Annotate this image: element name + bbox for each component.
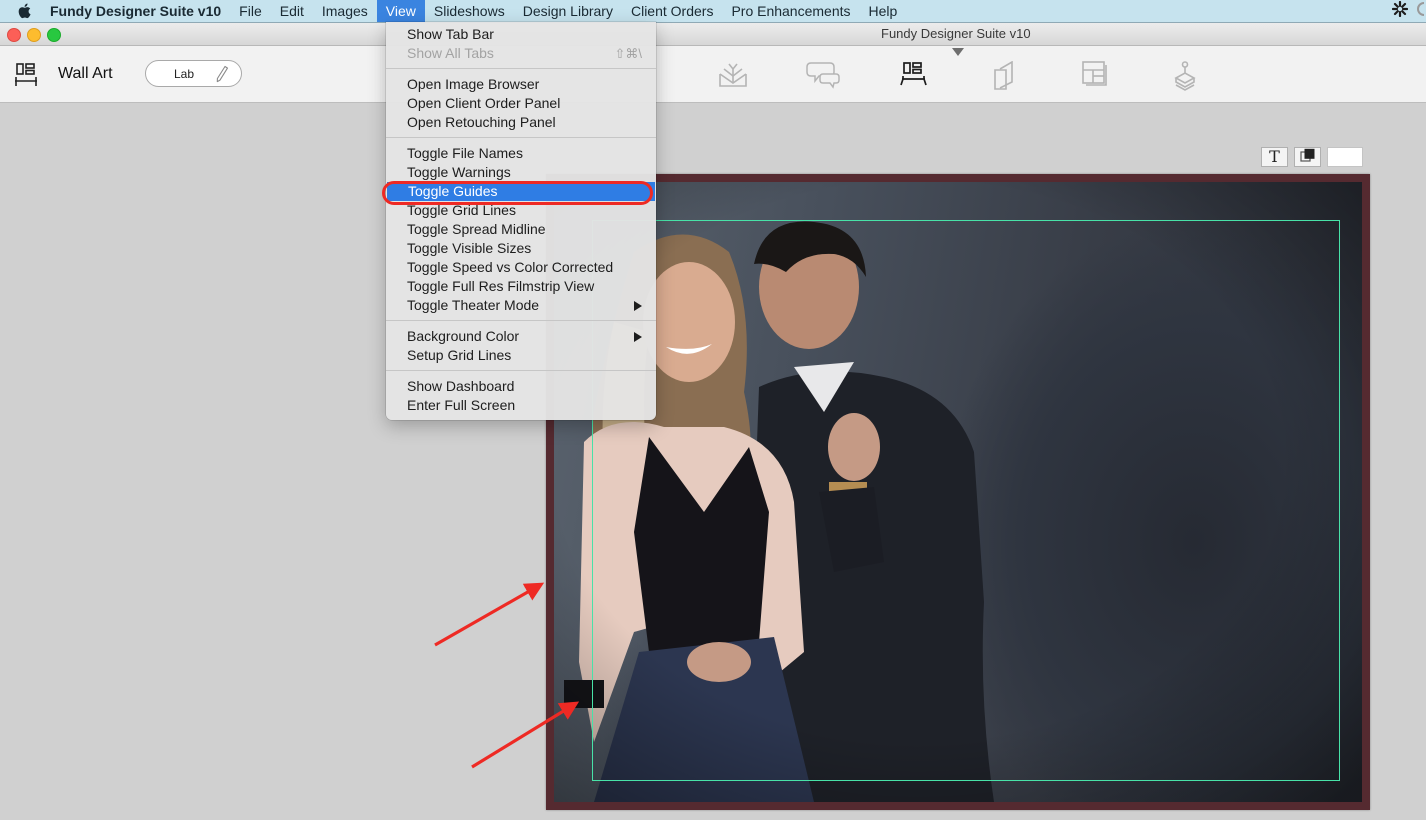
product-type-label: Wall Art bbox=[58, 65, 113, 82]
minimize-window-button[interactable] bbox=[27, 28, 41, 42]
menu-file[interactable]: File bbox=[230, 0, 271, 22]
photo-illustration bbox=[554, 182, 1362, 802]
sync-gear-icon[interactable] bbox=[1391, 0, 1409, 22]
text-icon: T bbox=[1269, 147, 1280, 166]
menu-item-label: Toggle Visible Sizes bbox=[407, 240, 532, 256]
menu-item-toggle-theater-mode[interactable]: Toggle Theater Mode bbox=[386, 296, 656, 315]
menu-item-show-dashboard[interactable]: Show Dashboard bbox=[386, 377, 656, 396]
menu-item-show-tab-bar[interactable]: Show Tab Bar bbox=[386, 25, 656, 44]
text-tool-button[interactable]: T bbox=[1261, 147, 1288, 167]
menu-separator bbox=[386, 370, 656, 371]
menu-separator bbox=[386, 137, 656, 138]
zoom-window-button[interactable] bbox=[47, 28, 61, 42]
menu-separator bbox=[386, 68, 656, 69]
menu-app-name[interactable]: Fundy Designer Suite v10 bbox=[50, 0, 230, 22]
menu-item-open-retouching-panel[interactable]: Open Retouching Panel bbox=[386, 113, 656, 132]
menu-item-label: Enter Full Screen bbox=[407, 397, 516, 413]
menu-item-toggle-guides[interactable]: Toggle Guides bbox=[387, 182, 655, 201]
keyboard-shortcut: ⇧⌘\ bbox=[614, 46, 642, 61]
menu-pro-enhancements[interactable]: Pro Enhancements bbox=[722, 0, 859, 22]
menu-images[interactable]: Images bbox=[313, 0, 377, 22]
close-window-button[interactable] bbox=[7, 28, 21, 42]
annotation-arrow-frame-edge bbox=[434, 582, 545, 647]
stamp-icon[interactable] bbox=[1172, 61, 1198, 96]
menu-item-toggle-spread-midline[interactable]: Toggle Spread Midline bbox=[386, 220, 656, 239]
arrange-layers-button[interactable] bbox=[1294, 147, 1321, 167]
menu-item-toggle-full-res-filmstrip[interactable]: Toggle Full Res Filmstrip View bbox=[386, 277, 656, 296]
menu-item-label: Setup Grid Lines bbox=[407, 347, 512, 363]
menu-separator bbox=[386, 320, 656, 321]
window-title: Fundy Designer Suite v10 bbox=[881, 26, 1031, 41]
menu-item-show-all-tabs: Show All Tabs ⇧⌘\ bbox=[386, 44, 656, 63]
wall-art-print-frame[interactable] bbox=[546, 174, 1370, 810]
layout-templates-icon[interactable] bbox=[1082, 61, 1108, 92]
menu-item-open-client-order-panel[interactable]: Open Client Order Panel bbox=[386, 94, 656, 113]
menu-item-label: Background Color bbox=[407, 328, 520, 344]
menu-slideshows[interactable]: Slideshows bbox=[425, 0, 514, 22]
toolbar: Wall Art Lab bbox=[0, 46, 1426, 103]
status-circle-icon[interactable] bbox=[1416, 1, 1426, 22]
menu-item-label: Toggle Guides bbox=[408, 183, 498, 199]
menu-item-label: Open Retouching Panel bbox=[407, 114, 556, 130]
active-mode-indicator bbox=[952, 48, 964, 56]
album-icon[interactable] bbox=[718, 61, 748, 94]
menu-client-orders[interactable]: Client Orders bbox=[622, 0, 722, 22]
menu-design-library[interactable]: Design Library bbox=[514, 0, 622, 22]
menu-item-enter-full-screen[interactable]: Enter Full Screen bbox=[386, 396, 656, 415]
menu-item-setup-grid-lines[interactable]: Setup Grid Lines bbox=[386, 346, 656, 365]
submenu-arrow-icon bbox=[634, 332, 642, 342]
menu-item-toggle-file-names[interactable]: Toggle File Names bbox=[386, 144, 656, 163]
apple-menu-icon[interactable] bbox=[18, 3, 34, 19]
canvas-tools: T bbox=[1261, 147, 1363, 167]
lab-selector-button[interactable]: Lab bbox=[145, 60, 242, 87]
submenu-arrow-icon bbox=[634, 301, 642, 311]
proofing-chat-icon[interactable] bbox=[806, 61, 842, 94]
menu-item-toggle-warnings[interactable]: Toggle Warnings bbox=[386, 163, 656, 182]
layers-icon bbox=[1299, 148, 1316, 167]
menu-item-label: Toggle Theater Mode bbox=[407, 297, 540, 313]
menu-item-label: Toggle Spread Midline bbox=[407, 221, 546, 237]
menu-edit[interactable]: Edit bbox=[271, 0, 313, 22]
menu-help[interactable]: Help bbox=[860, 0, 907, 22]
view-menu-dropdown: Show Tab Bar Show All Tabs ⇧⌘\ Open Image… bbox=[386, 22, 656, 420]
window-titlebar: Fundy Designer Suite v10 bbox=[0, 23, 1426, 46]
menu-item-toggle-grid-lines[interactable]: Toggle Grid Lines bbox=[386, 201, 656, 220]
menu-item-toggle-speed-vs-color[interactable]: Toggle Speed vs Color Corrected bbox=[386, 258, 656, 277]
wall-art-mode-icon[interactable] bbox=[900, 61, 928, 94]
menu-item-label: Open Client Order Panel bbox=[407, 95, 561, 111]
cards-icon[interactable] bbox=[992, 60, 1018, 96]
menu-item-label: Toggle Warnings bbox=[407, 164, 511, 180]
menu-bar: Fundy Designer Suite v10 File Edit Image… bbox=[0, 0, 1426, 23]
menu-item-label: Show All Tabs bbox=[407, 45, 494, 61]
couple-portrait-photo[interactable] bbox=[554, 182, 1362, 802]
pencil-icon bbox=[215, 65, 229, 88]
menu-item-label: Show Dashboard bbox=[407, 378, 515, 394]
menu-item-label: Open Image Browser bbox=[407, 76, 540, 92]
wall-art-icon bbox=[13, 62, 39, 93]
lab-label: Lab bbox=[174, 67, 195, 81]
menu-item-label: Toggle File Names bbox=[407, 145, 523, 161]
menu-item-background-color[interactable]: Background Color bbox=[386, 327, 656, 346]
menu-item-label: Toggle Speed vs Color Corrected bbox=[407, 259, 614, 275]
menu-item-label: Toggle Grid Lines bbox=[407, 202, 516, 218]
background-color-swatch[interactable] bbox=[1327, 147, 1363, 167]
menu-item-label: Show Tab Bar bbox=[407, 26, 494, 42]
menu-item-open-image-browser[interactable]: Open Image Browser bbox=[386, 75, 656, 94]
menu-item-label: Toggle Full Res Filmstrip View bbox=[407, 278, 595, 294]
menu-view[interactable]: View bbox=[376, 0, 425, 22]
menu-item-toggle-visible-sizes[interactable]: Toggle Visible Sizes bbox=[386, 239, 656, 258]
